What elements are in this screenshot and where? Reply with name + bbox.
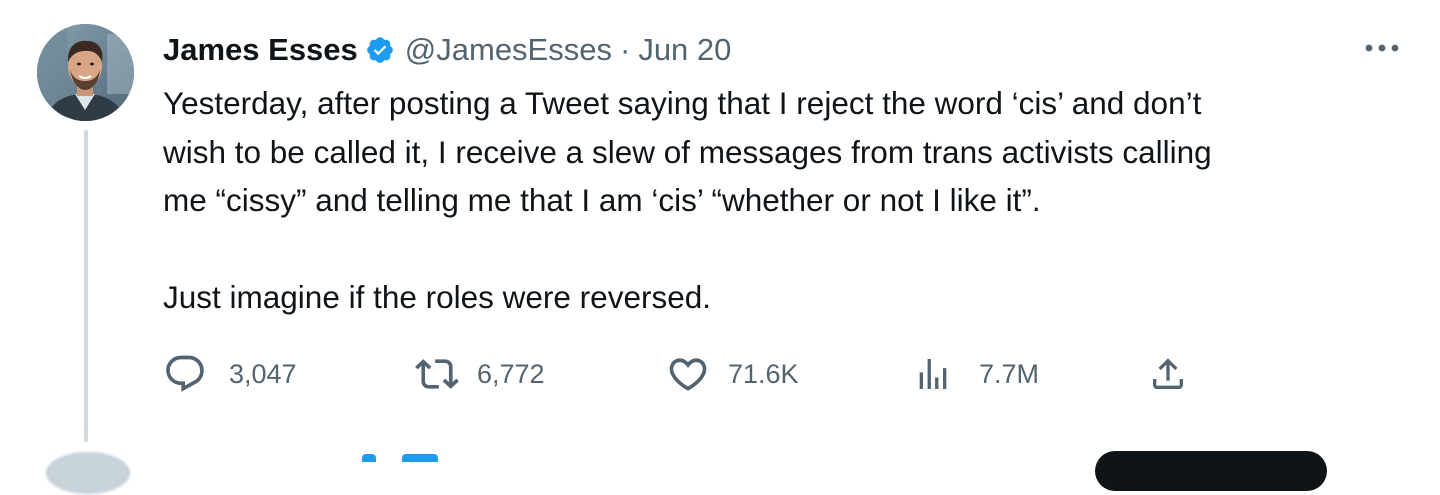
like-button[interactable]: 71.6K	[666, 352, 799, 396]
author-handle[interactable]: @JamesEsses	[405, 32, 612, 68]
share-button[interactable]	[1148, 352, 1188, 396]
tweet: James Esses @JamesEsses · Jun 20 Yesterd…	[0, 0, 1440, 495]
tweet-text: Yesterday, after posting a Tweet saying …	[163, 79, 1423, 322]
reply-bubble-icon	[166, 355, 204, 392]
avatar-photo	[37, 24, 134, 121]
next-tweet-header-partial	[362, 452, 442, 462]
views-count: 7.7M	[979, 358, 1040, 389]
avatar[interactable]	[37, 24, 134, 121]
author-display-name[interactable]: James Esses	[163, 32, 358, 68]
tweet-header: James Esses @JamesEsses · Jun 20	[163, 28, 731, 72]
retweet-icon	[415, 359, 459, 389]
next-tweet-avatar[interactable]	[45, 451, 131, 495]
tweet-text-line: wish to be called it, I receive a slew o…	[163, 133, 1212, 170]
retweet-count: 6,772	[477, 358, 545, 389]
thread-line	[84, 130, 88, 442]
views-button[interactable]: 7.7M	[913, 352, 1039, 396]
retweet-button[interactable]: 6,772	[415, 352, 545, 396]
tweet-actions: 3,047 6,772 71.6K 7.7M	[163, 352, 1223, 396]
views-bars-icon	[919, 359, 947, 389]
more-options-button[interactable]	[1362, 33, 1402, 63]
reply-button[interactable]: 3,047	[163, 352, 297, 396]
more-dots-icon	[1365, 44, 1399, 52]
heart-icon	[669, 358, 707, 391]
tweet-text-line: Just imagine if the roles were reversed.	[163, 279, 711, 315]
reply-count: 3,047	[229, 358, 297, 389]
tweet-text-line: Yesterday, after posting a Tweet saying …	[163, 85, 1202, 121]
header-separator: ·	[619, 32, 631, 67]
tweet-text-line: me “cissy” and telling me that I am ‘cis…	[163, 182, 1041, 218]
tweet-date[interactable]: Jun 20	[638, 32, 731, 68]
next-tweet-button-partial[interactable]	[1095, 451, 1327, 491]
like-count: 71.6K	[728, 358, 799, 389]
share-upload-icon	[1153, 358, 1183, 389]
verified-badge-icon	[365, 35, 395, 65]
